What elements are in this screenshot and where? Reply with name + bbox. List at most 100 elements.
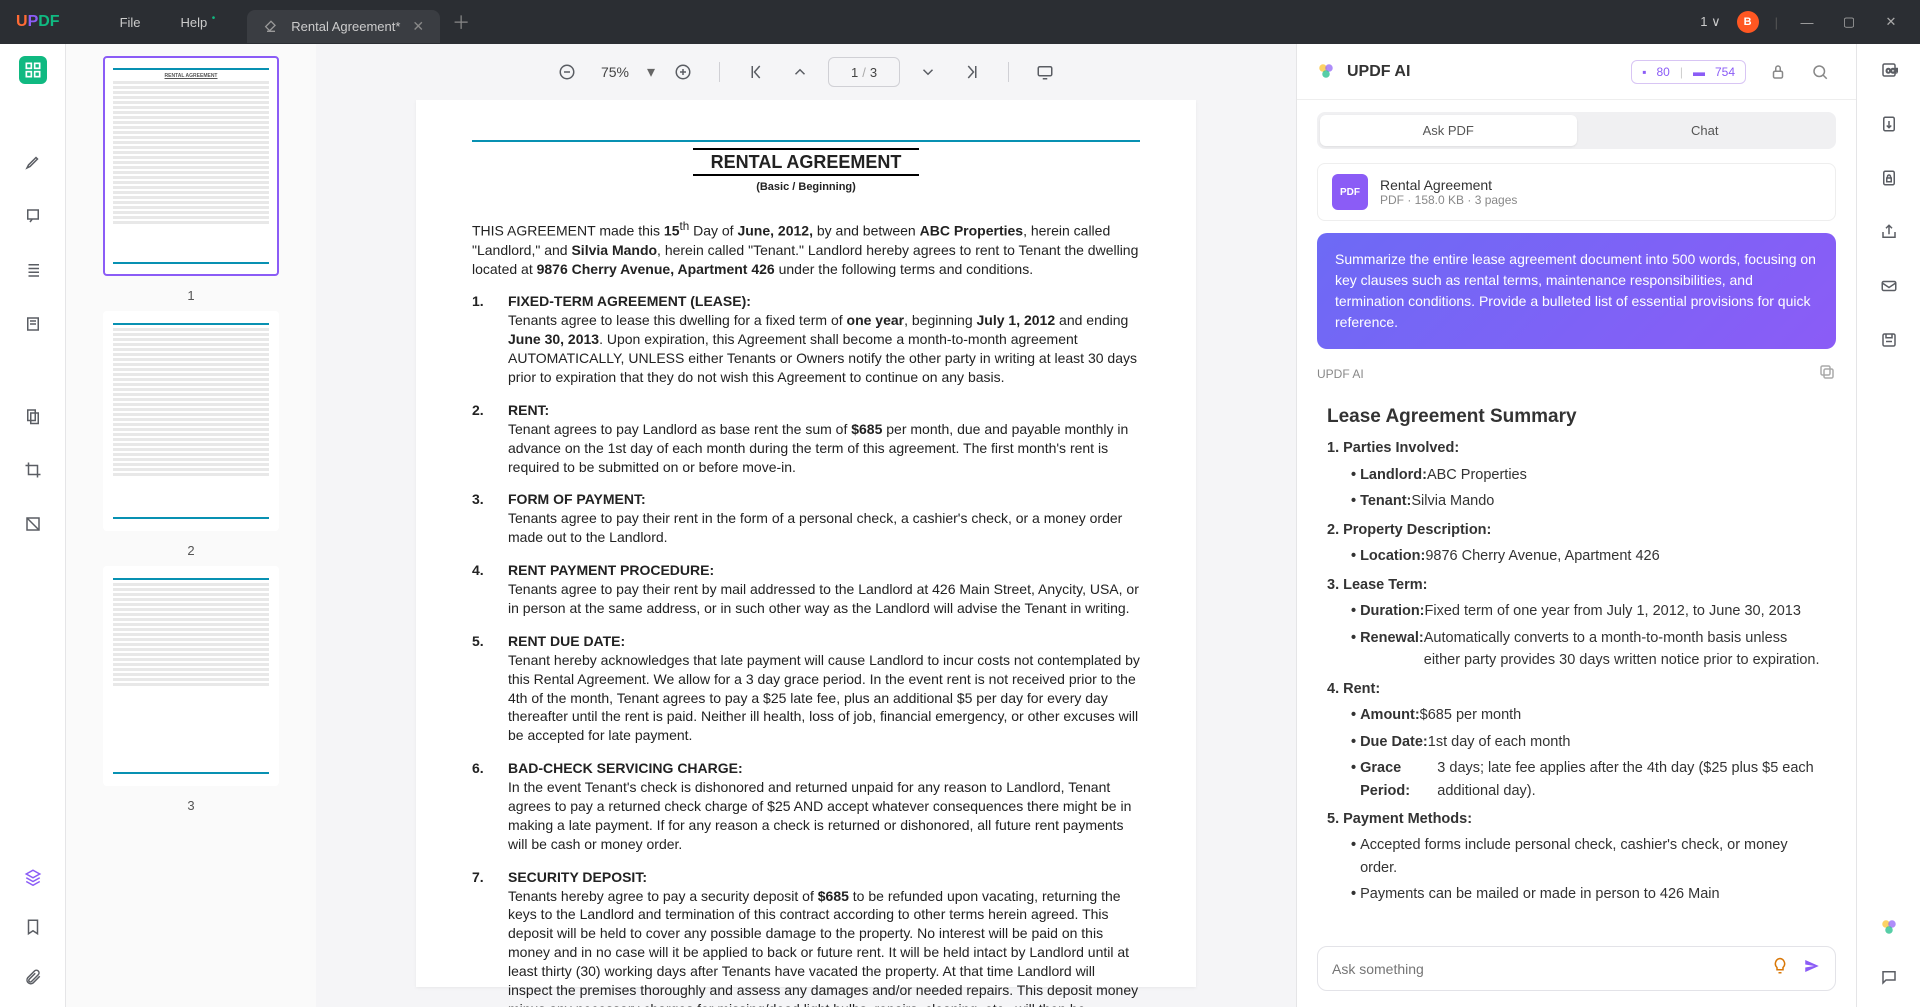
document-scroll[interactable]: RENTAL AGREEMENT (Basic / Beginning) THI… [316, 100, 1296, 1007]
copy-icon[interactable] [1818, 363, 1836, 384]
clause-item: 3.FORM OF PAYMENT:Tenants agree to pay t… [472, 490, 1140, 547]
ai-file-meta: PDF · 158.0 KB · 3 pages [1380, 193, 1517, 207]
thumb-label-3: 3 [187, 798, 194, 813]
tab-close-icon[interactable]: ✕ [412, 18, 424, 35]
thumb-label-1: 1 [187, 288, 194, 303]
ai-reply-body: Lease Agreement Summary 1. Parties Invol… [1317, 396, 1836, 934]
thumbnail-page-1[interactable]: RENTAL AGREEMENT [103, 56, 279, 276]
summary-bullet: Accepted forms include personal check, c… [1351, 834, 1826, 879]
ocr-tool[interactable] [19, 402, 47, 430]
ai-panel: UPDF AI ▪80 | ▬754 Ask PDF Chat PDF Rent… [1296, 44, 1856, 1007]
ai-file-name: Rental Agreement [1380, 177, 1517, 193]
tab-chat[interactable]: Chat [1577, 115, 1834, 146]
zoom-level: 75% [595, 64, 635, 80]
zoom-in-button[interactable] [667, 56, 699, 88]
ai-brand: UPDF AI [1347, 63, 1410, 81]
zoom-dropdown-icon[interactable]: ▾ [647, 62, 655, 82]
tab-ask-pdf[interactable]: Ask PDF [1320, 115, 1577, 146]
clause-item: 5.RENT DUE DATE:Tenant hereby acknowledg… [472, 632, 1140, 745]
redact-tool[interactable] [19, 510, 47, 538]
user-avatar[interactable]: B [1737, 11, 1759, 33]
highlighter-tool[interactable] [19, 148, 47, 176]
ai-credits[interactable]: ▪80 | ▬754 [1631, 60, 1746, 84]
eraser-icon [263, 18, 279, 34]
new-tab-button[interactable]: ＋ [452, 9, 470, 35]
thumbnail-page-2[interactable] [103, 311, 279, 531]
suggestion-icon[interactable] [1771, 957, 1789, 980]
svg-text:OCR: OCR [1886, 69, 1898, 75]
document-area: 75% ▾ 1 / 3 RENTAL AGREEMENT (Basic / Be… [316, 44, 1296, 1007]
ai-file-card[interactable]: PDF Rental Agreement PDF · 158.0 KB · 3 … [1317, 163, 1836, 221]
save-icon[interactable] [1875, 326, 1903, 354]
total-pages: 3 [870, 65, 877, 80]
summary-bullet: Landlord: ABC Properties [1351, 464, 1826, 486]
thumbnail-page-3[interactable] [103, 566, 279, 786]
zoom-out-button[interactable] [551, 56, 583, 88]
ai-input[interactable] [1332, 961, 1771, 977]
ai-user-prompt: Summarize the entire lease agreement doc… [1317, 233, 1836, 349]
current-page: 1 [851, 65, 858, 80]
crop-tool[interactable] [19, 456, 47, 484]
document-clauses-list: 1.FIXED-TERM AGREEMENT (LEASE):Tenants a… [472, 292, 1140, 1007]
clause-item: 1.FIXED-TERM AGREEMENT (LEASE):Tenants a… [472, 292, 1140, 386]
ocr-right-icon[interactable]: OCR [1875, 56, 1903, 84]
document-subtitle: (Basic / Beginning) [472, 180, 1140, 195]
ai-tabs: Ask PDF Chat [1317, 112, 1836, 149]
window-minimize-icon[interactable]: — [1794, 9, 1820, 35]
bookmark-icon[interactable] [19, 913, 47, 941]
menu-file[interactable]: File [120, 15, 141, 30]
form-tool[interactable] [19, 310, 47, 338]
share-icon[interactable] [1875, 218, 1903, 246]
email-icon[interactable] [1875, 272, 1903, 300]
convert-icon[interactable] [1875, 110, 1903, 138]
ai-header: UPDF AI ▪80 | ▬754 [1297, 44, 1856, 100]
protect-icon[interactable] [1875, 164, 1903, 192]
search-icon[interactable] [1804, 56, 1836, 88]
tab-title: Rental Agreement* [291, 19, 400, 34]
page-input[interactable]: 1 / 3 [828, 57, 900, 87]
clause-item: 7.SECURITY DEPOSIT:Tenants hereby agree … [472, 868, 1140, 1007]
summary-bullet: Amount: $685 per month [1351, 704, 1826, 726]
app-logo: UPDF [16, 13, 60, 31]
left-tool-strip [0, 44, 66, 1007]
send-icon[interactable] [1803, 957, 1821, 980]
next-page-button[interactable] [912, 56, 944, 88]
summary-bullet: Location: 9876 Cherry Avenue, Apartment … [1351, 545, 1826, 567]
ai-reply-source: UPDF AI [1317, 367, 1364, 381]
annotation-tool[interactable] [19, 202, 47, 230]
layers-icon[interactable] [19, 863, 47, 891]
pdf-file-icon: PDF [1332, 174, 1368, 210]
comment-icon[interactable] [1875, 963, 1903, 991]
summary-section-head: 4. Rent: [1327, 678, 1826, 700]
presentation-button[interactable] [1029, 56, 1061, 88]
window-maximize-icon[interactable]: ▢ [1836, 9, 1862, 35]
attachment-icon[interactable] [19, 963, 47, 991]
menu-help[interactable]: Help [181, 15, 208, 30]
summary-bullet: Renewal: Automatically converts to a mon… [1351, 627, 1826, 672]
prev-page-button[interactable] [784, 56, 816, 88]
ai-toggle-icon[interactable] [1875, 913, 1903, 941]
tab-region: Rental Agreement* ✕ ＋ [247, 2, 470, 43]
summary-bullet: Tenant: Silvia Mando [1351, 490, 1826, 512]
summary-title: Lease Agreement Summary [1327, 402, 1826, 431]
ai-logo-icon [1317, 62, 1337, 82]
window-close-icon[interactable]: ✕ [1878, 9, 1904, 35]
last-page-button[interactable] [956, 56, 988, 88]
file-icon: ▪ [1642, 65, 1646, 79]
document-intro: THIS AGREEMENT made this 15th Day of Jun… [472, 219, 1140, 278]
pdf-page: RENTAL AGREEMENT (Basic / Beginning) THI… [416, 100, 1196, 987]
chat-icon: ▬ [1693, 65, 1705, 79]
clause-item: 4.RENT PAYMENT PROCEDURE:Tenants agree t… [472, 561, 1140, 618]
document-tab[interactable]: Rental Agreement* ✕ [247, 10, 440, 43]
titlebar: UPDF File Help Rental Agreement* ✕ ＋ 1 ∨… [0, 0, 1920, 44]
ai-input-wrap [1317, 946, 1836, 991]
page-sep: / [862, 65, 866, 80]
summary-bullet: Payments can be mailed or made in person… [1351, 883, 1826, 905]
first-page-button[interactable] [740, 56, 772, 88]
version-dropdown[interactable]: 1 ∨ [1700, 14, 1720, 30]
right-tool-strip: OCR [1856, 44, 1920, 1007]
thumbnails-tool[interactable] [19, 56, 47, 84]
outline-tool[interactable] [19, 256, 47, 284]
lock-icon[interactable] [1762, 56, 1794, 88]
summary-bullet: Duration: Fixed term of one year from Ju… [1351, 600, 1826, 622]
